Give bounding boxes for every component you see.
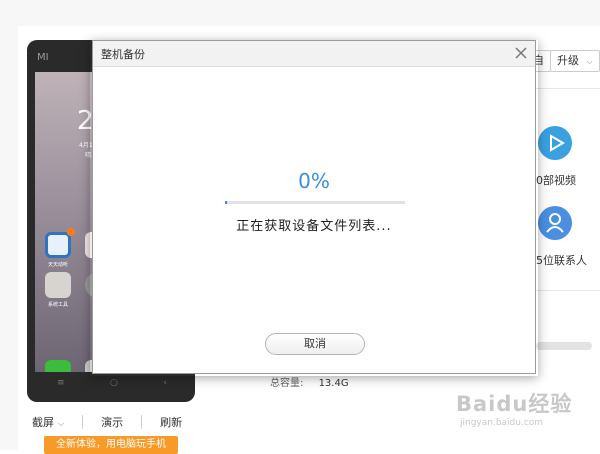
app-label: 天天动听 <box>47 262 68 268</box>
tools-folder-icon <box>45 272 71 298</box>
phone-toolbar: 截屏 ⌵ 演示 刷新 <box>32 414 182 430</box>
upgrade-button[interactable]: 升级 ⌵ <box>550 50 600 72</box>
phone-brand-logo: MI <box>37 52 49 63</box>
backup-dialog: 整机备份 0% 正在获取设备文件列表... 取消 <box>92 40 536 374</box>
divider <box>536 290 600 291</box>
watermark-logo: Baidu经验 <box>456 392 573 416</box>
progress-percent: 0% <box>298 169 330 193</box>
baidu-watermark: Baidu经验 jingyan.baidu.com <box>456 388 596 438</box>
demo-button[interactable]: 演示 <box>101 414 123 430</box>
chevron-down-icon: ⌵ <box>58 419 65 428</box>
divider <box>141 415 143 429</box>
phone-nav-bar: ≡ ○ ‹ <box>57 378 167 388</box>
back-nav-icon: ‹ <box>163 378 167 388</box>
storage-value: 13.4G <box>318 378 349 389</box>
music-app-icon <box>45 232 71 258</box>
screenshot-button[interactable]: 截屏 ⌵ <box>32 414 64 430</box>
home-nav-icon: ○ <box>110 378 118 388</box>
dialog-header: 整机备份 <box>93 41 535 67</box>
progress-bar <box>225 201 405 204</box>
progress-status: 正在获取设备文件列表... <box>236 219 392 234</box>
storage-label: 总容量: <box>270 378 304 389</box>
upgrade-label: 升级 <box>557 54 579 67</box>
chevron-down-icon: ⌵ <box>586 57 593 66</box>
divider <box>82 415 84 429</box>
cancel-button[interactable]: 取消 <box>265 333 365 355</box>
contact-count[interactable]: 5位联系人 <box>536 252 587 268</box>
refresh-button[interactable]: 刷新 <box>160 414 182 430</box>
play-icon[interactable] <box>538 126 572 160</box>
menu-nav-icon: ≡ <box>57 378 65 388</box>
video-count[interactable]: 0部视频 <box>536 172 576 188</box>
progress-fill <box>225 201 227 204</box>
storage-bar <box>536 342 592 350</box>
dialog-title: 整机备份 <box>101 48 145 61</box>
contact-icon[interactable] <box>538 206 572 240</box>
promo-banner[interactable]: 全新体验，用电脑玩手机 <box>44 436 178 454</box>
notification-badge <box>67 228 75 236</box>
storage-info: 总容量: 13.4G <box>270 374 349 389</box>
watermark-url: jingyan.baidu.com <box>460 418 544 428</box>
screenshot-label: 截屏 <box>32 416 54 429</box>
app-label: 系统工具 <box>47 302 68 308</box>
divider <box>536 88 600 89</box>
close-icon[interactable] <box>513 45 529 61</box>
phone-app-icon <box>45 360 71 372</box>
